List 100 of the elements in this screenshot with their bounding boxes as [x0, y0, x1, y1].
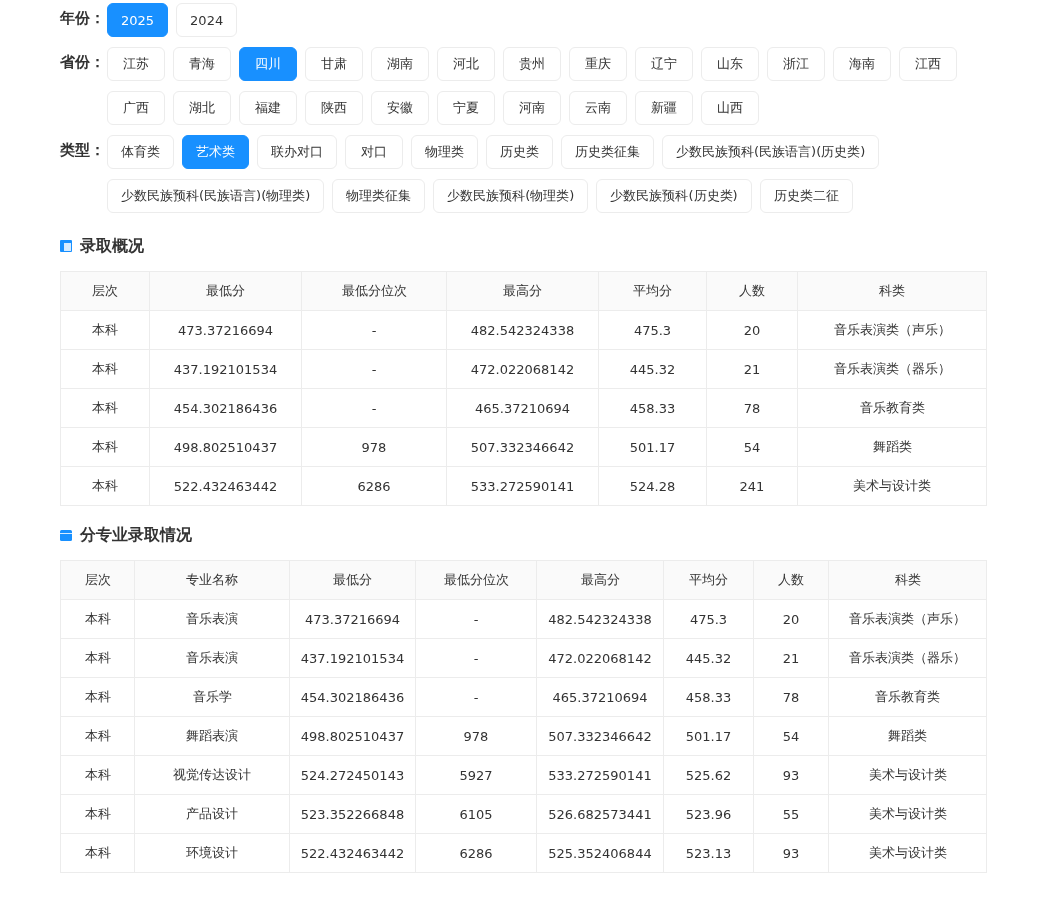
filter-option[interactable]: 历史类	[486, 135, 553, 169]
table-cell: 美术与设计类	[828, 755, 987, 795]
filter-option[interactable]: 少数民族预科(民族语言)(物理类)	[107, 179, 325, 213]
section-title: 录取概况	[80, 235, 144, 257]
table-cell: 498.802510437	[289, 716, 416, 756]
table-cell: 本科	[60, 388, 150, 428]
table-cell: 本科	[60, 716, 135, 756]
filter-option[interactable]: 江苏	[107, 47, 165, 81]
filter-option[interactable]: 历史类二征	[759, 179, 853, 213]
table-cell: 6105	[415, 794, 537, 834]
table-cell: 482.542324338	[446, 310, 599, 350]
filter-option[interactable]: 陕西	[305, 91, 363, 125]
filter-option[interactable]: 对口	[345, 135, 403, 169]
table-cell: -	[301, 349, 447, 389]
filter-option[interactable]: 广西	[107, 91, 165, 125]
table-cell: 音乐教育类	[797, 388, 987, 428]
table-cell: 音乐学	[134, 677, 290, 717]
table-cell: 465.37210694	[536, 677, 664, 717]
table-cell: 54	[753, 716, 829, 756]
column-header: 最高分	[536, 560, 664, 600]
column-header: 最低分位次	[301, 271, 447, 311]
column-header: 层次	[60, 560, 135, 600]
filter-option[interactable]: 物理类	[411, 135, 478, 169]
column-header: 层次	[60, 271, 150, 311]
filter-option[interactable]: 湖南	[371, 47, 429, 81]
table-cell: -	[415, 677, 537, 717]
table-cell: 54	[706, 427, 798, 467]
filter-option[interactable]: 青海	[173, 47, 231, 81]
table-cell: 78	[706, 388, 798, 428]
table-cell: 舞蹈表演	[134, 716, 290, 756]
table-cell: 舞蹈类	[828, 716, 987, 756]
filter-option[interactable]: 少数民族预科(物理类)	[433, 179, 589, 213]
table-cell: 526.682573441	[536, 794, 664, 834]
table-cell: 241	[706, 466, 798, 506]
table-cell: 55	[753, 794, 829, 834]
filter-option[interactable]: 少数民族预科(历史类)	[596, 179, 752, 213]
filter-option[interactable]: 历史类征集	[561, 135, 654, 169]
table-cell: 482.542324338	[536, 599, 664, 639]
table-cell: 501.17	[598, 427, 707, 467]
table-cell: 445.32	[598, 349, 707, 389]
column-header: 科类	[828, 560, 987, 600]
table-cell: 445.32	[663, 638, 754, 678]
table-cell: 475.3	[598, 310, 707, 350]
filter-option[interactable]: 联办对口	[257, 135, 337, 169]
table-cell: 454.302186436	[149, 388, 302, 428]
column-header: 专业名称	[134, 560, 290, 600]
table-cell: 525.62	[663, 755, 754, 795]
filter-option[interactable]: 山西	[701, 91, 759, 125]
table-cell: 524.28	[598, 466, 707, 506]
filter-option[interactable]: 福建	[239, 91, 297, 125]
column-header: 最低分	[289, 560, 416, 600]
table-cell: 音乐表演类（器乐）	[797, 349, 987, 389]
filter-option[interactable]: 河南	[503, 91, 561, 125]
table-cell: 音乐表演	[134, 638, 290, 678]
filter-option[interactable]: 体育类	[107, 135, 174, 169]
table-cell: 美术与设计类	[797, 466, 987, 506]
table-cell: 458.33	[663, 677, 754, 717]
filter-option[interactable]: 湖北	[173, 91, 231, 125]
filter-option[interactable]: 2024	[176, 3, 238, 37]
table-cell: 音乐表演类（声乐）	[828, 599, 987, 639]
table-cell: 523.96	[663, 794, 754, 834]
filter-option[interactable]: 江西	[899, 47, 957, 81]
table-cell: 93	[753, 755, 829, 795]
table-cell: 498.802510437	[149, 427, 302, 467]
table-cell: 501.17	[663, 716, 754, 756]
table-cell: 音乐表演类（声乐）	[797, 310, 987, 350]
filter-option[interactable]: 甘肃	[305, 47, 363, 81]
column-header: 最高分	[446, 271, 599, 311]
table-cell: 523.352266848	[289, 794, 416, 834]
table-cell: 音乐表演	[134, 599, 290, 639]
filter-option[interactable]: 少数民族预科(民族语言)(历史类)	[662, 135, 880, 169]
filter-option[interactable]: 新疆	[635, 91, 693, 125]
table-cell: 458.33	[598, 388, 707, 428]
table-cell: 21	[753, 638, 829, 678]
column-header: 平均分	[663, 560, 754, 600]
table-cell: 舞蹈类	[797, 427, 987, 467]
filter-option[interactable]: 浙江	[767, 47, 825, 81]
filter-option[interactable]: 海南	[833, 47, 891, 81]
filter-option[interactable]: 山东	[701, 47, 759, 81]
table-cell: -	[415, 638, 537, 678]
filter-option[interactable]: 河北	[437, 47, 495, 81]
filter-option[interactable]: 安徽	[371, 91, 429, 125]
filter-option[interactable]: 云南	[569, 91, 627, 125]
table-cell: 522.432463442	[149, 466, 302, 506]
table-cell: 本科	[60, 638, 135, 678]
table-cell: 524.272450143	[289, 755, 416, 795]
table-cell: 本科	[60, 755, 135, 795]
filter-option[interactable]: 宁夏	[437, 91, 495, 125]
table-cell: 21	[706, 349, 798, 389]
table-cell: 5927	[415, 755, 537, 795]
table-cell: 473.37216694	[149, 310, 302, 350]
filter-option[interactable]: 辽宁	[635, 47, 693, 81]
filter-option[interactable]: 贵州	[503, 47, 561, 81]
filter-option[interactable]: 物理类征集	[332, 179, 426, 213]
column-header: 最低分	[149, 271, 302, 311]
table-cell: 507.332346642	[446, 427, 599, 467]
filter-option[interactable]: 重庆	[569, 47, 627, 81]
table-cell: 507.332346642	[536, 716, 664, 756]
table-cell: -	[301, 310, 447, 350]
table-cell: 本科	[60, 427, 150, 467]
